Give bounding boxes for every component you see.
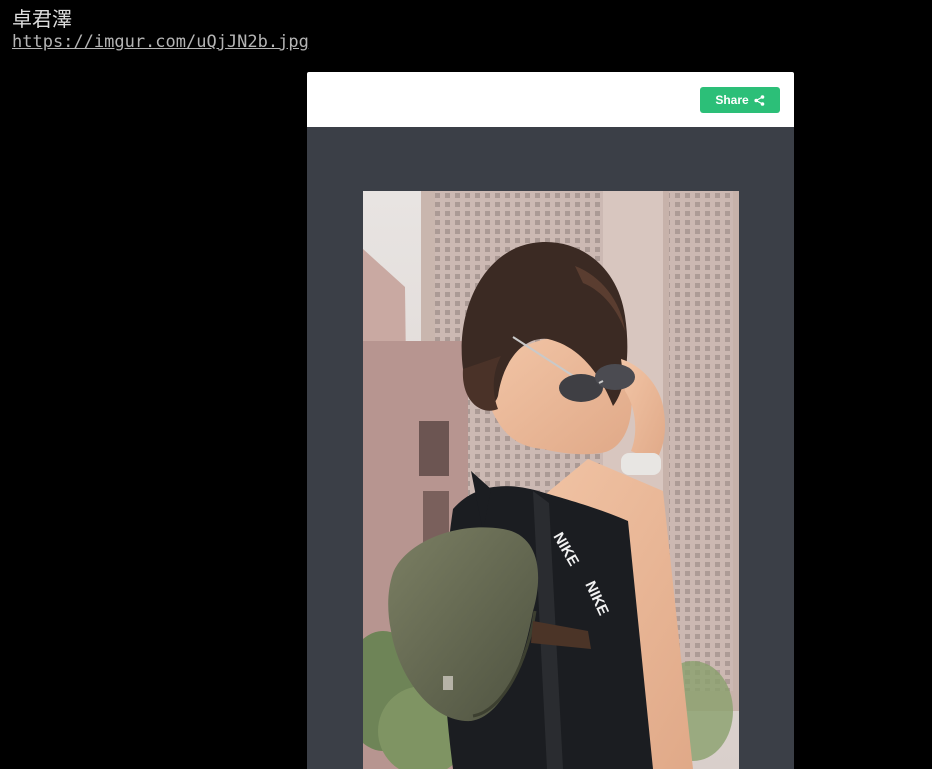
share-label: Share xyxy=(715,93,749,107)
embedded-photo[interactable]: NIKE NIKE xyxy=(363,191,739,769)
share-button[interactable]: Share xyxy=(700,87,780,113)
share-icon xyxy=(754,94,765,106)
embed-body: NIKE NIKE xyxy=(307,127,794,769)
image-link[interactable]: https://imgur.com/uQjJN2b.jpg xyxy=(12,31,309,53)
imgur-embed: Share NIKE NIKE xyxy=(307,72,794,769)
post-title: 卓君澤 xyxy=(12,7,72,31)
embed-header: Share xyxy=(307,72,794,127)
